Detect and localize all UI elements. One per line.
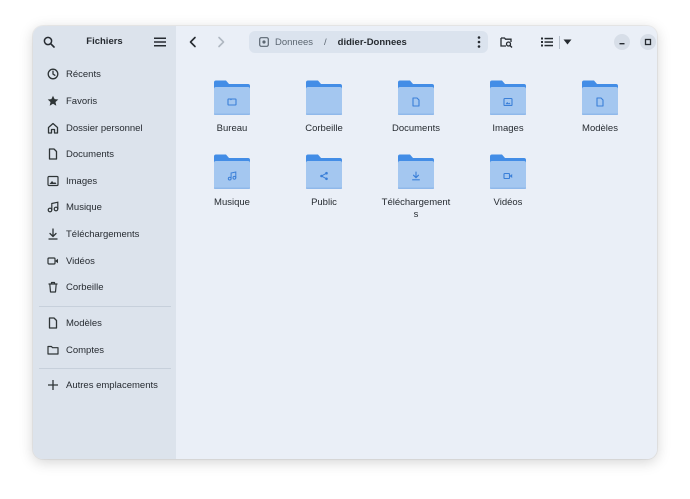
sidebar-item-music[interactable]: Musique xyxy=(39,196,171,218)
breadcrumb-parent[interactable]: Donnees xyxy=(275,37,313,48)
minimize-button[interactable] xyxy=(614,34,630,50)
folder-icon xyxy=(213,153,251,191)
folder-name: Musique xyxy=(214,197,250,208)
sidebar-item-favorites[interactable]: Favoris xyxy=(39,90,171,112)
folder-item[interactable]: Corbeille xyxy=(284,79,364,135)
folder-name: Images xyxy=(492,123,524,134)
file-manager-window: Fichiers Récents Favoris Dossier personn… xyxy=(33,26,657,459)
sidebar-item-label: Modèles xyxy=(66,317,102,329)
sidebar-bookmark-templates[interactable]: Modèles xyxy=(39,312,171,334)
sidebar-item-home[interactable]: Dossier personnel xyxy=(39,117,171,139)
sidebar-bookmark-accounts[interactable]: Comptes xyxy=(39,339,171,361)
main-menu-button[interactable] xyxy=(149,31,171,53)
folder-name: Public xyxy=(311,197,337,208)
sidebar-item-label: Téléchargements xyxy=(66,228,140,240)
image-icon xyxy=(47,175,59,187)
folder-name: Vidéos xyxy=(493,197,523,208)
document-icon xyxy=(47,148,59,160)
sidebar: Fichiers Récents Favoris Dossier personn… xyxy=(33,26,176,459)
view-options-button[interactable] xyxy=(557,31,577,53)
drive-icon xyxy=(259,37,269,47)
folder-icon xyxy=(581,79,619,117)
back-button[interactable] xyxy=(182,31,204,53)
folder-icon xyxy=(397,153,435,191)
maximize-icon xyxy=(644,38,652,46)
breadcrumb-separator: / xyxy=(324,36,327,48)
sidebar-divider xyxy=(39,306,171,307)
folder-item[interactable]: Bureau xyxy=(192,79,272,135)
minimize-icon xyxy=(619,43,625,45)
sidebar-item-label: Dossier personnel xyxy=(66,122,143,134)
folder-item[interactable]: Téléchargements xyxy=(376,153,456,221)
folder-icon xyxy=(213,79,251,117)
folder-icon xyxy=(305,153,343,191)
sidebar-item-recents[interactable]: Récents xyxy=(39,63,171,85)
plus-icon xyxy=(47,379,59,391)
video-icon xyxy=(47,255,59,267)
hamburger-icon xyxy=(154,37,166,47)
list-view-icon xyxy=(541,37,553,47)
sidebar-item-label: Images xyxy=(66,175,98,187)
main-content: Donnees / didier-Donnees Bureau Corbeille xyxy=(176,26,657,459)
maximize-button[interactable] xyxy=(640,34,656,50)
folder-search-icon xyxy=(499,37,512,48)
sidebar-item-label: Favoris xyxy=(66,95,98,107)
star-icon xyxy=(47,95,59,107)
folder-icon xyxy=(489,79,527,117)
folder-name: Téléchargements xyxy=(381,197,451,220)
home-icon xyxy=(47,122,59,134)
folder-item[interactable]: Documents xyxy=(376,79,456,135)
search-location-button[interactable] xyxy=(495,31,517,53)
folder-icon xyxy=(305,79,343,117)
sidebar-divider xyxy=(39,368,171,369)
trash-icon xyxy=(47,281,59,293)
music-icon xyxy=(47,201,59,213)
folder-name: Bureau xyxy=(216,123,248,134)
sidebar-item-label: Musique xyxy=(66,201,102,213)
sidebar-item-documents[interactable]: Documents xyxy=(39,143,171,165)
download-icon xyxy=(47,228,59,240)
folder-name: Documents xyxy=(391,123,441,134)
forward-button[interactable] xyxy=(210,31,232,53)
kebab-menu-icon xyxy=(477,36,481,48)
sidebar-item-images[interactable]: Images xyxy=(39,170,171,192)
sidebar-item-label: Corbeille xyxy=(66,281,104,293)
clock-icon xyxy=(47,68,59,80)
sidebar-item-label: Autres emplacements xyxy=(66,379,158,391)
pathbar: Donnees / didier-Donnees xyxy=(249,31,488,53)
sidebar-item-label: Récents xyxy=(66,68,101,80)
folder-icon xyxy=(397,79,435,117)
sidebar-header: Fichiers xyxy=(33,26,176,58)
sidebar-item-label: Comptes xyxy=(66,344,105,356)
folder-item[interactable]: Public xyxy=(284,153,364,209)
chevron-down-icon xyxy=(563,39,571,45)
sidebar-item-label: Vidéos xyxy=(66,255,95,267)
sidebar-item-videos[interactable]: Vidéos xyxy=(39,250,171,272)
path-menu-button[interactable] xyxy=(477,36,481,51)
sidebar-item-trash[interactable]: Corbeille xyxy=(39,276,171,298)
breadcrumb-current[interactable]: didier-Donnees xyxy=(338,37,407,48)
folder-name: Corbeille xyxy=(305,123,343,134)
folder-icon xyxy=(47,344,59,356)
folder-icon xyxy=(489,153,527,191)
sidebar-item-label: Documents xyxy=(66,148,115,160)
folder-item[interactable]: Modèles xyxy=(560,79,640,135)
sidebar-item-downloads[interactable]: Téléchargements xyxy=(39,223,171,245)
sidebar-item-other-locations[interactable]: Autres emplacements xyxy=(39,374,171,396)
chevron-right-icon xyxy=(218,36,225,48)
folder-name: Modèles xyxy=(582,123,618,134)
view-list-button[interactable] xyxy=(536,31,558,53)
chevron-left-icon xyxy=(189,36,196,48)
folder-item[interactable]: Images xyxy=(468,79,548,135)
folder-item[interactable]: Musique xyxy=(192,153,272,209)
folder-item[interactable]: Vidéos xyxy=(468,153,548,209)
document-icon xyxy=(47,317,59,329)
